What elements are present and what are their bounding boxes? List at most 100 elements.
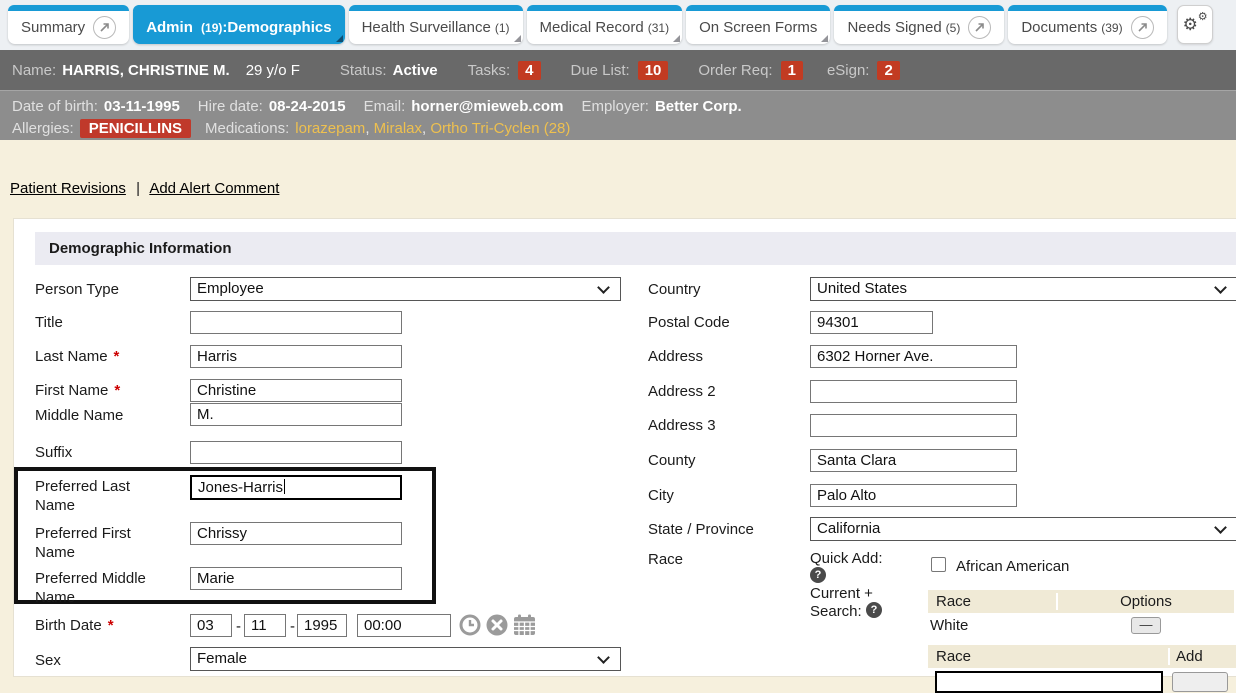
- tab-label: On Screen Forms: [699, 19, 817, 36]
- date-separator: -: [290, 618, 295, 635]
- first-name-label: First Name*: [35, 381, 120, 400]
- remove-race-button[interactable]: —: [1131, 617, 1161, 634]
- email-value: horner@mieweb.com: [411, 98, 563, 115]
- patient-header-bar: Name: HARRIS, CHRISTINE M. 29 y/o F Stat…: [0, 50, 1236, 90]
- patient-age-sex: 29 y/o F: [246, 62, 300, 79]
- chevron-down-icon: [1214, 521, 1227, 534]
- address2-label: Address 2: [648, 382, 716, 401]
- tab-health-surveillance[interactable]: Health Surveillance(1): [349, 5, 523, 44]
- employer-label: Employer:: [581, 98, 649, 115]
- popout-icon[interactable]: [93, 16, 116, 39]
- race-quick-add-label: Quick Add:: [810, 549, 883, 568]
- postal-code-input[interactable]: 94301: [810, 311, 933, 334]
- due-list-count-badge[interactable]: 10: [638, 61, 669, 80]
- link-separator: |: [136, 180, 140, 197]
- date-icon-group: [458, 613, 537, 637]
- race-table-row: White —: [928, 613, 1234, 638]
- popout-icon[interactable]: [968, 16, 991, 39]
- address-input[interactable]: 6302 Horner Ave.: [810, 345, 1017, 368]
- calendar-icon[interactable]: [512, 613, 537, 637]
- allergy-badge[interactable]: PENICILLINS: [80, 119, 191, 138]
- country-label: Country: [648, 280, 701, 299]
- address3-label: Address 3: [648, 416, 716, 435]
- title-label: Title: [35, 313, 63, 332]
- due-list-label: Due List:: [571, 62, 630, 79]
- tab-medical-record[interactable]: Medical Record(31): [527, 5, 683, 44]
- preferred-first-name-label: Preferred First Name: [35, 524, 155, 562]
- race-add-table-header: Race Add: [928, 645, 1236, 668]
- address2-input[interactable]: [810, 380, 1017, 403]
- country-select[interactable]: United States: [810, 277, 1236, 301]
- tab-documents[interactable]: Documents(39): [1008, 5, 1166, 44]
- address3-input[interactable]: [810, 414, 1017, 437]
- tab-admin-demographics[interactable]: Admin (19):Demographics: [133, 5, 344, 44]
- preferred-first-name-input[interactable]: Chrissy: [190, 522, 402, 545]
- tab-label: Summary: [21, 19, 85, 36]
- sex-select[interactable]: Female: [190, 647, 621, 671]
- clear-date-icon[interactable]: [485, 613, 509, 637]
- birth-day-input[interactable]: 11: [244, 614, 286, 637]
- hire-date-label: Hire date:: [198, 98, 263, 115]
- birth-month-input[interactable]: 03: [190, 614, 232, 637]
- page-links: Patient Revisions | Add Alert Comment: [10, 180, 279, 197]
- preferred-middle-name-input[interactable]: Marie: [190, 567, 402, 590]
- add-race-button[interactable]: [1172, 672, 1228, 692]
- county-input[interactable]: Santa Clara: [810, 449, 1017, 472]
- race-add-table: Race Add: [928, 645, 1236, 668]
- tab-on-screen-forms[interactable]: On Screen Forms: [686, 5, 830, 44]
- order-req-label: Order Req:: [698, 62, 772, 79]
- required-asterisk: *: [108, 617, 114, 634]
- help-icon[interactable]: ?: [866, 602, 882, 618]
- required-asterisk: *: [114, 382, 120, 399]
- race-search-input[interactable]: [935, 671, 1163, 693]
- tasks-count-badge[interactable]: 4: [518, 61, 540, 80]
- preferred-last-name-label: Preferred Last Name: [35, 477, 155, 515]
- race-current-table: Race Options White —: [928, 590, 1234, 638]
- middle-name-input[interactable]: M.: [190, 403, 402, 426]
- tab-label: Documents(39): [1021, 19, 1122, 36]
- city-input[interactable]: Palo Alto: [810, 484, 1017, 507]
- preferred-middle-name-label: Preferred Middle Name: [35, 569, 175, 607]
- race-table-header: Race Options: [928, 590, 1234, 613]
- dob-value: 03-11-1995: [104, 98, 180, 115]
- person-type-label: Person Type: [35, 280, 119, 299]
- state-province-select[interactable]: California: [810, 517, 1236, 541]
- medication-item[interactable]: lorazepam: [295, 120, 365, 137]
- required-asterisk: *: [114, 348, 120, 365]
- popout-icon[interactable]: [1131, 16, 1154, 39]
- medication-separator: ,: [365, 120, 373, 137]
- race-search-label: Search:: [810, 602, 862, 621]
- title-input[interactable]: [190, 311, 402, 334]
- suffix-input[interactable]: [190, 441, 402, 464]
- medication-item[interactable]: Miralax: [374, 120, 422, 137]
- patient-revisions-link[interactable]: Patient Revisions: [10, 180, 126, 197]
- county-label: County: [648, 451, 696, 470]
- race-row-value: White: [928, 617, 1058, 634]
- last-name-label: Last Name*: [35, 347, 119, 366]
- last-name-input[interactable]: Harris: [190, 345, 402, 368]
- race-column-header: Race: [928, 593, 1058, 610]
- race-african-american-checkbox[interactable]: [931, 557, 946, 572]
- add-alert-comment-link[interactable]: Add Alert Comment: [149, 180, 279, 197]
- tab-summary[interactable]: Summary: [8, 5, 129, 44]
- help-icon[interactable]: ?: [810, 567, 826, 583]
- tab-label: Needs Signed(5): [847, 19, 960, 36]
- settings-gear-button[interactable]: ⚙ ⚙: [1177, 5, 1213, 44]
- race-label: Race: [648, 550, 683, 569]
- clock-icon[interactable]: [458, 613, 482, 637]
- esign-count-badge[interactable]: 2: [877, 61, 899, 80]
- hire-date-value: 08-24-2015: [269, 98, 346, 115]
- preferred-last-name-input[interactable]: Jones-Harris: [190, 475, 402, 500]
- birth-year-input[interactable]: 1995: [297, 614, 347, 637]
- first-name-input[interactable]: Christine: [190, 379, 402, 402]
- patient-name: HARRIS, CHRISTINE M.: [62, 62, 230, 79]
- email-label: Email:: [364, 98, 406, 115]
- medication-item[interactable]: Ortho Tri-Cyclen (28): [430, 120, 570, 137]
- order-req-count-badge[interactable]: 1: [781, 61, 803, 80]
- address-label: Address: [648, 347, 703, 366]
- birth-time-input[interactable]: 00:00: [357, 614, 451, 637]
- chevron-down-icon: [597, 651, 610, 664]
- person-type-select[interactable]: Employee: [190, 277, 621, 301]
- tab-label: Health Surveillance(1): [362, 19, 510, 36]
- tab-needs-signed[interactable]: Needs Signed(5): [834, 5, 1004, 44]
